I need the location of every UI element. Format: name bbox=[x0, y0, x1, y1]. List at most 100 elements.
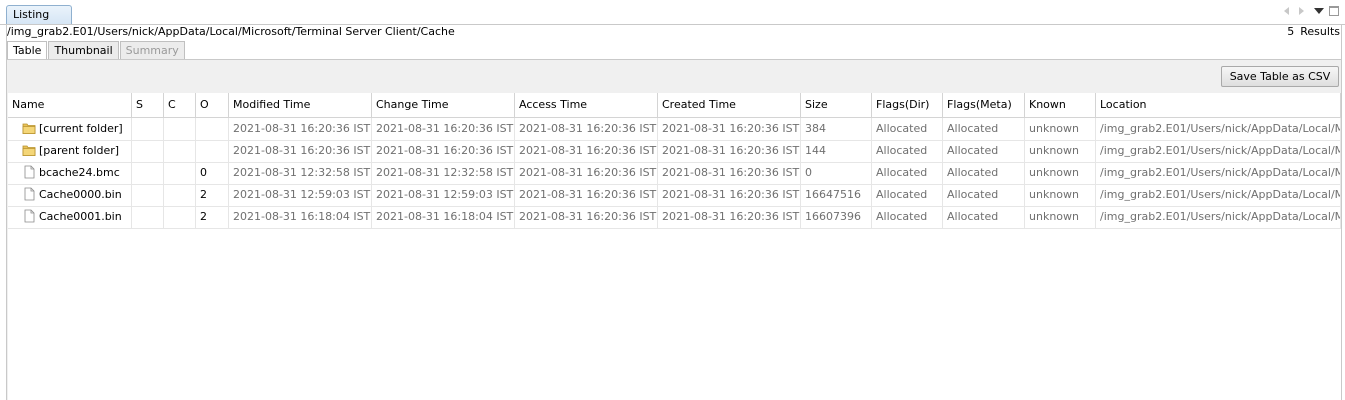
file-name-label: [current folder] bbox=[39, 122, 123, 135]
cell-flags-dir: Allocated bbox=[872, 206, 943, 228]
cell-modified-time: 2021-08-31 12:59:03 IST bbox=[229, 184, 372, 206]
table-panel: Save Table as CSV Name S C O Modified Time Ch… bbox=[7, 60, 1341, 400]
cell-s bbox=[132, 140, 164, 162]
cell-name: [current folder] bbox=[8, 118, 132, 140]
cell-flags-dir: Allocated bbox=[872, 118, 943, 140]
header-col-name[interactable]: Name bbox=[8, 93, 132, 117]
left-arrow-icon[interactable] bbox=[1284, 6, 1294, 16]
cell-size: 0 bbox=[801, 162, 872, 184]
cell-access-time: 2021-08-31 16:20:36 IST bbox=[515, 162, 658, 184]
header-col-created-time[interactable]: Created Time bbox=[658, 93, 801, 117]
cell-flags-meta: Allocated bbox=[943, 206, 1025, 228]
cell-modified-time: 2021-08-31 16:20:36 IST bbox=[229, 140, 372, 162]
file-table: Name S C O Modified Time Change Time Access Ti… bbox=[8, 93, 1341, 400]
file-icon bbox=[22, 165, 36, 179]
table-row[interactable]: Cache0001.bin 2 2021-08-31 16:18:04 IST 202… bbox=[8, 206, 1341, 229]
table-row[interactable]: [parent folder] 2021-08-31 16:20:36 IST 20… bbox=[8, 140, 1341, 163]
cell-s bbox=[132, 184, 164, 206]
cell-known: unknown bbox=[1025, 118, 1096, 140]
cell-modified-time: 2021-08-31 12:32:58 IST bbox=[229, 162, 372, 184]
header-col-known[interactable]: Known bbox=[1025, 93, 1096, 117]
cell-flags-dir: Allocated bbox=[872, 162, 943, 184]
cell-s bbox=[132, 118, 164, 140]
cell-name: [parent folder] bbox=[8, 140, 132, 162]
cell-o bbox=[196, 118, 229, 140]
cell-known: unknown bbox=[1025, 206, 1096, 228]
cell-known: unknown bbox=[1025, 162, 1096, 184]
cell-flags-meta: Allocated bbox=[943, 184, 1025, 206]
folder-icon bbox=[22, 143, 36, 157]
cell-flags-meta: Allocated bbox=[943, 118, 1025, 140]
header-col-c[interactable]: C bbox=[164, 93, 196, 117]
table-row[interactable]: Cache0000.bin 2 2021-08-31 12:59:03 IST 202… bbox=[8, 184, 1341, 207]
cell-location: /img_grab2.E01/Users/nick/AppData/Local/… bbox=[1096, 140, 1341, 162]
cell-access-time: 2021-08-31 16:20:36 IST bbox=[515, 118, 658, 140]
results-number: 5 bbox=[1287, 25, 1295, 38]
cell-location: /img_grab2.E01/Users/nick/AppData/Local/… bbox=[1096, 206, 1341, 228]
cell-name: Cache0000.bin bbox=[8, 184, 132, 206]
results-count: 5 Results bbox=[1287, 25, 1340, 38]
file-name-label: [parent folder] bbox=[39, 144, 120, 157]
cell-size: 384 bbox=[801, 118, 872, 140]
header-col-flags-meta[interactable]: Flags(Meta) bbox=[943, 93, 1025, 117]
cell-access-time: 2021-08-31 16:20:36 IST bbox=[515, 140, 658, 162]
cell-flags-dir: Allocated bbox=[872, 140, 943, 162]
cell-flags-meta: Allocated bbox=[943, 140, 1025, 162]
cell-location: /img_grab2.E01/Users/nick/AppData/Local/… bbox=[1096, 118, 1341, 140]
cell-access-time: 2021-08-31 16:20:36 IST bbox=[515, 184, 658, 206]
header-col-location[interactable]: Location bbox=[1096, 93, 1341, 117]
cell-location: /img_grab2.E01/Users/nick/AppData/Local/… bbox=[1096, 184, 1341, 206]
cell-modified-time: 2021-08-31 16:18:04 IST bbox=[229, 206, 372, 228]
file-icon bbox=[22, 187, 36, 201]
cell-o: 2 bbox=[196, 184, 229, 206]
cell-c bbox=[164, 118, 196, 140]
cell-known: unknown bbox=[1025, 140, 1096, 162]
cell-name: Cache0001.bin bbox=[8, 206, 132, 228]
header-col-access-time[interactable]: Access Time bbox=[515, 93, 658, 117]
maximize-icon[interactable] bbox=[1329, 6, 1339, 16]
save-table-csv-button[interactable]: Save Table as CSV bbox=[1221, 66, 1339, 87]
dropdown-icon[interactable] bbox=[1314, 6, 1324, 16]
cell-o: 2 bbox=[196, 206, 229, 228]
cell-change-time: 2021-08-31 16:18:04 IST bbox=[372, 206, 515, 228]
tab-strip: Listing bbox=[0, 0, 1345, 25]
right-arrow-icon[interactable] bbox=[1299, 6, 1309, 16]
cell-c bbox=[164, 206, 196, 228]
cell-name: bcache24.bmc bbox=[8, 162, 132, 184]
cell-s bbox=[132, 206, 164, 228]
file-icon bbox=[22, 209, 36, 223]
cell-created-time: 2021-08-31 16:20:36 IST bbox=[658, 118, 801, 140]
header-col-size[interactable]: Size bbox=[801, 93, 872, 117]
current-path: /img_grab2.E01/Users/nick/AppData/Local/… bbox=[7, 25, 455, 38]
tab-thumbnail[interactable]: Thumbnail bbox=[48, 41, 119, 59]
cell-c bbox=[164, 162, 196, 184]
file-name-label: Cache0000.bin bbox=[39, 188, 122, 201]
cell-size: 16607396 bbox=[801, 206, 872, 228]
cell-flags-meta: Allocated bbox=[943, 162, 1025, 184]
cell-change-time: 2021-08-31 12:59:03 IST bbox=[372, 184, 515, 206]
results-label: Results bbox=[1300, 25, 1340, 38]
file-name-label: Cache0001.bin bbox=[39, 210, 122, 223]
header-col-flags-dir[interactable]: Flags(Dir) bbox=[872, 93, 943, 117]
header-col-o[interactable]: O bbox=[196, 93, 229, 117]
tab-listing[interactable]: Listing bbox=[6, 5, 72, 24]
cell-location: /img_grab2.E01/Users/nick/AppData/Local/… bbox=[1096, 162, 1341, 184]
tab-summary: Summary bbox=[119, 41, 185, 59]
cell-change-time: 2021-08-31 12:32:58 IST bbox=[372, 162, 515, 184]
cell-modified-time: 2021-08-31 16:20:36 IST bbox=[229, 118, 372, 140]
folder-icon bbox=[22, 121, 36, 135]
header-col-s[interactable]: S bbox=[132, 93, 164, 117]
table-row[interactable]: [current folder] 2021-08-31 16:20:36 IST 2… bbox=[8, 118, 1341, 141]
table-row[interactable]: bcache24.bmc 0 2021-08-31 12:32:58 IST 2021… bbox=[8, 162, 1341, 185]
cell-change-time: 2021-08-31 16:20:36 IST bbox=[372, 118, 515, 140]
cell-created-time: 2021-08-31 16:20:36 IST bbox=[658, 206, 801, 228]
header-col-modified-time[interactable]: Modified Time bbox=[229, 93, 372, 117]
cell-o: 0 bbox=[196, 162, 229, 184]
cell-created-time: 2021-08-31 16:20:36 IST bbox=[658, 184, 801, 206]
cell-flags-dir: Allocated bbox=[872, 184, 943, 206]
tab-table[interactable]: Table bbox=[7, 41, 48, 60]
cell-c bbox=[164, 140, 196, 162]
cell-s bbox=[132, 162, 164, 184]
viewer-tabs: Table Thumbnail Summary bbox=[7, 41, 186, 60]
header-col-change-time[interactable]: Change Time bbox=[372, 93, 515, 117]
